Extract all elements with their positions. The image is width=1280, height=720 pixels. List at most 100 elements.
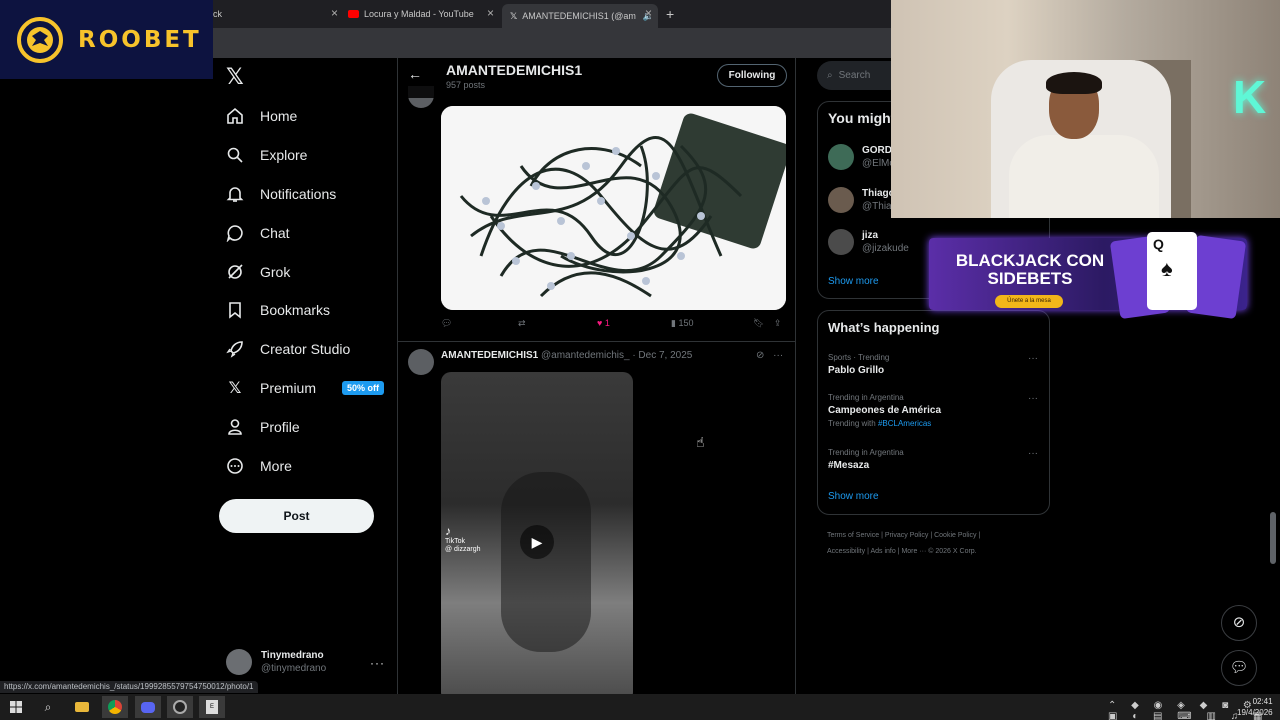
windows-taskbar: ⌕ E ⌃ ◆ ◉ ◈ ◆ ◙ ⚙ ▣ ◐ ▤ ⌨ ▥ ♫ ▦ 02:41 19… [0, 694, 1280, 720]
browser-tab[interactable]: Locura y Maldad - YouTube × [348, 4, 494, 24]
kangaroo-logo-icon [17, 16, 63, 63]
reply-icon[interactable]: 💬︎ [441, 318, 452, 329]
queen-of-spades-card: Q ♠ [1147, 232, 1197, 310]
trend-subline: Trending with #BCLAmericas [828, 419, 941, 428]
profile-name: AMANTEDEMICHIS1 [446, 62, 583, 78]
discord-icon[interactable] [135, 696, 161, 718]
file-explorer-icon[interactable] [69, 696, 95, 718]
nav-chat[interactable]: Chat [226, 217, 290, 249]
post-button[interactable]: Post [219, 499, 374, 533]
scrollbar[interactable] [1270, 512, 1276, 564]
play-icon[interactable]: ▶ [520, 525, 554, 559]
card-title: You might [828, 110, 896, 126]
card-title: What’s happening [828, 320, 940, 335]
browser-tab[interactable]: ck × [213, 4, 338, 24]
webcam-overlay: K [891, 0, 1280, 218]
share-icon[interactable]: ⇪ [774, 318, 782, 329]
banner-title: BLACKJACK CON SIDEBETS [955, 251, 1105, 288]
more-circle-icon [226, 457, 244, 475]
tweet-photo[interactable] [441, 106, 786, 310]
following-button[interactable]: Following [717, 64, 787, 87]
account-handle: @tinymedrano [261, 663, 327, 674]
obs-icon[interactable] [167, 696, 193, 718]
nav-bookmarks[interactable]: Bookmarks [226, 294, 330, 326]
trend-item[interactable]: Trending in Argentina #Mesaza [828, 448, 904, 471]
trend-more-icon[interactable]: ··· [1028, 393, 1038, 404]
views-button[interactable]: ▮ 150 [671, 318, 694, 329]
blackjack-ad-banner[interactable]: BLACKJACK CON SIDEBETS Únete a la mesa Q… [929, 232, 1247, 320]
nav-label: Notifications [260, 186, 337, 202]
whats-happening-card: What’s happening Sports · Trending Pablo… [817, 310, 1050, 515]
windows-start-icon[interactable] [3, 696, 29, 718]
show-more-link[interactable]: Show more [828, 491, 879, 502]
search-placeholder: Search [838, 70, 871, 81]
more-icon[interactable]: ··· [773, 350, 783, 361]
taskbar-clock[interactable]: 02:41 19/4/2026 [1237, 696, 1273, 718]
browser-tab-active[interactable]: 𝕏 AMANTEDEMICHIS1 (@am 🔈 × [502, 4, 658, 28]
nav-notifications[interactable]: Notifications [226, 178, 336, 210]
tab-label: AMANTEDEMICHIS1 (@am [522, 11, 636, 21]
nav-home[interactable]: Home [226, 100, 297, 132]
new-tab-button[interactable]: + [666, 4, 674, 24]
trend-name: Pablo Grillo [828, 365, 885, 376]
account-menu-icon[interactable]: ··· [370, 656, 385, 670]
nav-profile[interactable]: Profile [226, 411, 300, 443]
tweet-top-actions: ⊘ ··· [756, 350, 783, 361]
retweet-icon[interactable]: ⇄ [518, 318, 526, 329]
footer-line[interactable]: Accessibility | Ads info | More ··· © 20… [827, 544, 1047, 560]
x-tab-icon: 𝕏 [510, 10, 518, 21]
nav-explore[interactable]: Explore [226, 139, 307, 171]
trend-item[interactable]: Trending in Argentina Campeones de Améri… [828, 393, 941, 428]
banner-cta-button[interactable]: Únete a la mesa [995, 295, 1063, 308]
chrome-icon[interactable] [102, 696, 128, 718]
tweet-date[interactable]: · Dec 7, 2025 [632, 350, 692, 361]
account-switcher[interactable]: Tinymedrano @tinymedrano [226, 649, 326, 675]
bar-chart-icon: ▮ [671, 318, 676, 328]
nav-creator-studio[interactable]: Creator Studio [226, 333, 350, 365]
trend-more-icon[interactable]: ··· [1028, 448, 1038, 459]
suggestion-row[interactable]: GORDI @ElMo [828, 144, 895, 170]
tab-label: Locura y Maldad - YouTube [364, 9, 474, 19]
trend-item[interactable]: Sports · Trending Pablo Grillo [828, 353, 889, 376]
suggestion-row[interactable]: jiza @jizakude [828, 229, 909, 255]
close-tab-icon[interactable]: × [487, 6, 494, 20]
trend-hashtag[interactable]: #BCLAmericas [878, 419, 931, 428]
nav-label: Bookmarks [260, 302, 331, 318]
messages-fab-icon[interactable]: 💬︎ [1221, 650, 1257, 686]
post-count: 957 posts [446, 80, 486, 90]
tweet-video[interactable]: ♪ TikTok @ dizzargh ▶ [441, 372, 633, 694]
suggestion-row[interactable]: Thiago @Thiag [828, 187, 897, 213]
like-button[interactable]: ♥ 1 [597, 318, 610, 328]
close-tab-icon[interactable]: × [645, 6, 652, 20]
trend-more-icon[interactable]: ··· [1028, 353, 1038, 364]
timeline-column: ← AMANTEDEMICHIS1 957 posts Following 💬︎… [397, 58, 796, 694]
grok-fab-icon[interactable]: ⊘ [1221, 605, 1257, 641]
mouse-cursor-icon: ☝ [696, 434, 705, 450]
tweet-author-handle[interactable]: @amantedemichis_ [541, 350, 630, 361]
streamer-hair [1046, 72, 1102, 94]
like-count: 1 [604, 318, 610, 328]
back-arrow-icon[interactable]: ← [408, 66, 422, 82]
footer-line[interactable]: Terms of Service | Privacy Policy | Cook… [827, 528, 1047, 544]
tweet-avatar[interactable] [408, 349, 434, 375]
spade-icon: ♠ [1161, 256, 1173, 281]
tweet-author-name[interactable]: AMANTEDEMICHIS1 [441, 350, 538, 361]
video-shadow-figure [501, 472, 591, 652]
x-icon: 𝕏 [228, 380, 242, 397]
search-icon: ⌕ [827, 70, 833, 81]
trend-name: Campeones de América [828, 405, 942, 416]
grok-icon[interactable]: ⊘ [756, 350, 764, 361]
search-icon[interactable]: ⌕ [35, 696, 61, 718]
close-tab-icon[interactable]: × [331, 6, 338, 20]
x-logo-icon[interactable]: 𝕏 [226, 64, 244, 90]
nav-label: Grok [260, 264, 291, 280]
bookmark-icon[interactable]: 🔖︎ [753, 318, 764, 329]
trend-context: Trending in Argentina [828, 393, 904, 402]
nav-grok[interactable]: Grok [226, 256, 290, 288]
trend-context: Sports · Trending [828, 353, 890, 362]
nav-premium[interactable]: 𝕏 Premium 50% off [226, 372, 385, 404]
nav-more[interactable]: More [226, 450, 292, 482]
show-more-link[interactable]: Show more [828, 276, 879, 287]
epic-games-icon[interactable]: E [199, 696, 225, 718]
youtube-icon [348, 10, 359, 18]
